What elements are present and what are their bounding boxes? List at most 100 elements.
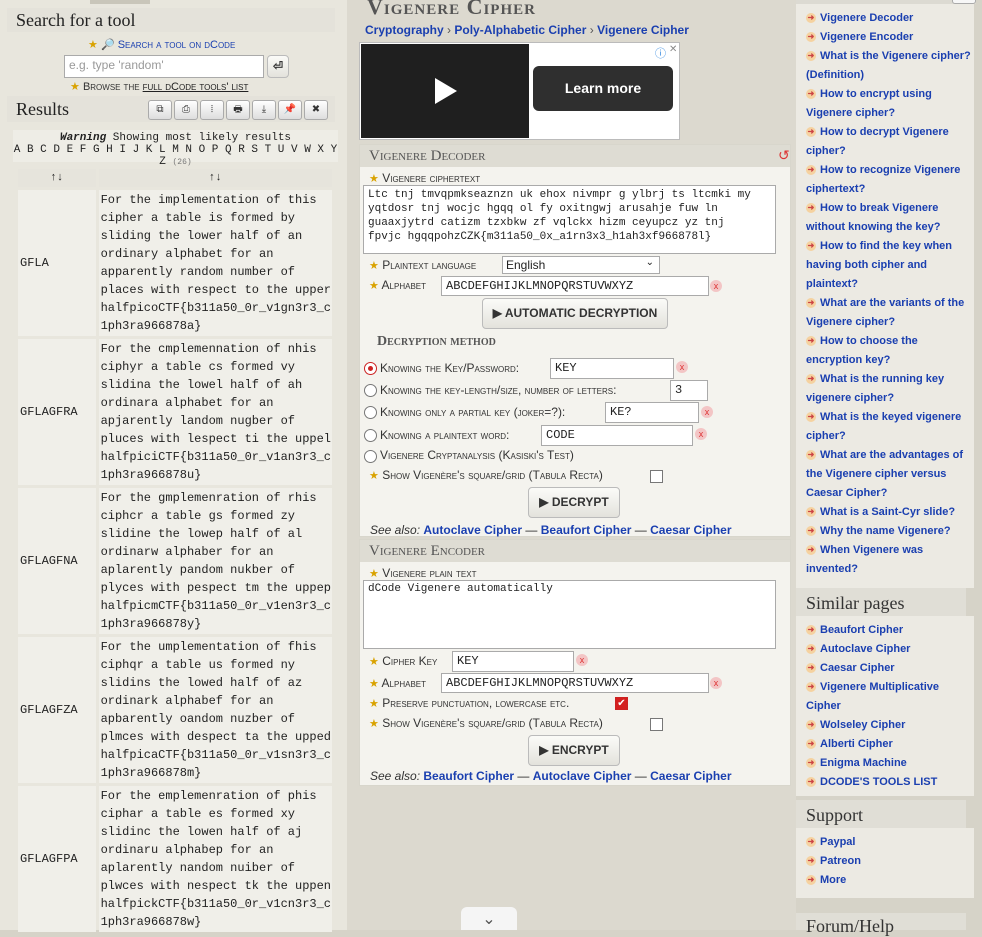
faq-item[interactable]: ➜ What is the running key vigenere cipher…	[806, 370, 974, 408]
plaintext-word-input[interactable]: CODE	[541, 425, 693, 446]
radio-key-length[interactable]	[364, 384, 377, 397]
key-input[interactable]: KEY	[550, 358, 674, 379]
faq-item[interactable]: ➜ What are the variants of the Vigenere c…	[806, 294, 974, 332]
preserve-checkbox[interactable]: ✔	[615, 697, 628, 710]
table-row[interactable]: GFLA For the implementation of this ciph…	[18, 190, 332, 336]
encoder-alphabet-input[interactable]: ABCDEFGHIJKLMNOPQRSTUVWXYZ	[441, 673, 709, 693]
support-item[interactable]: ➜ Patreon	[806, 852, 974, 871]
table-row[interactable]: GFLAGFPA For the emplemenration of phis …	[18, 786, 332, 932]
cipher-key-input[interactable]: KEY	[452, 651, 574, 672]
automatic-decryption-button[interactable]: ▶ AUTOMATIC DECRYPTION	[482, 298, 668, 329]
support-item[interactable]: ➜ More	[806, 871, 974, 890]
see-also-link[interactable]: Beaufort Cipher	[423, 769, 514, 783]
encrypt-button[interactable]: ▶ ENCRYPT	[528, 735, 620, 766]
partial-key-input[interactable]: KE?	[605, 402, 699, 423]
faq-item[interactable]: ➜ When Vigenere was invented?	[806, 541, 974, 579]
breadcrumb-item[interactable]: Poly-Alphabetic Cipher	[454, 23, 586, 37]
faq-item[interactable]: ➜ How to find the key when having both ci…	[806, 237, 974, 294]
faq-item[interactable]: ➜ How to choose the encryption key?	[806, 332, 974, 370]
close-results-button[interactable]: ✖	[304, 100, 328, 120]
plain-text-textarea[interactable]: dCode Vigenere automatically	[363, 580, 776, 649]
clear-cipher-key-icon[interactable]: x	[576, 654, 588, 666]
clear-key-icon[interactable]: x	[676, 361, 688, 373]
faq-item[interactable]: ➜ What is the keyed vigenere cipher?	[806, 408, 974, 446]
print-results-button[interactable]: 🖶	[226, 100, 250, 120]
faq-item[interactable]: ➜ How to encrypt using Vigenere cipher?	[806, 85, 974, 123]
see-also-link[interactable]: Caesar Cipher	[650, 523, 731, 537]
see-also-link[interactable]: Beaufort Cipher	[541, 523, 632, 537]
clear-partial-key-icon[interactable]: x	[701, 406, 713, 418]
faq-item[interactable]: ➜ How to recognize Vigenere ciphertext?	[806, 161, 974, 199]
faq-item[interactable]: ➜ Vigenere Encoder	[806, 28, 974, 47]
ad-learn-more-button[interactable]: Learn more	[533, 66, 673, 111]
copy-results-button[interactable]: ⧉	[148, 100, 172, 120]
similar-item[interactable]: ➜ DCODE'S TOOLS LIST	[806, 773, 974, 792]
decrypt-button[interactable]: ▶ DECRYPT	[528, 487, 620, 518]
ciphertext-label: ★ Vigenere ciphertext	[369, 171, 481, 185]
ad-video[interactable]	[361, 44, 529, 138]
faq-item[interactable]: ➜ Why the name Vigenere?	[806, 522, 974, 541]
chevron-down-icon: ⌄	[645, 257, 654, 268]
preserve-label: ★ Preserve punctuation, lowercase etc.	[369, 696, 570, 710]
breadcrumb-item[interactable]: Cryptography	[365, 23, 444, 37]
similar-item[interactable]: ➜ Vigenere Multiplicative Cipher	[806, 678, 974, 716]
see-also-link[interactable]: Caesar Cipher	[650, 769, 731, 783]
language-select[interactable]: English ⌄	[502, 256, 660, 274]
arrow-icon: ➜	[806, 203, 816, 214]
encoder-show-grid-checkbox[interactable]	[650, 718, 663, 731]
see-also-link[interactable]: Autoclave Cipher	[423, 523, 522, 537]
search-input[interactable]: e.g. type 'random'	[64, 55, 264, 78]
arrow-icon: ➜	[806, 127, 816, 138]
radio-plaintext-word[interactable]	[364, 429, 377, 442]
table-row[interactable]: GFLAGFZA For the umplementation of fhis …	[18, 637, 332, 783]
support-item[interactable]: ➜ Paypal	[806, 833, 974, 852]
breadcrumb-item[interactable]: Vigenere Cipher	[597, 23, 689, 37]
radio-knowing-key[interactable]	[364, 362, 377, 375]
pin-results-button[interactable]: 📌	[278, 100, 302, 120]
faq-item[interactable]: ➜ What are the advantages of the Vigenere…	[806, 446, 974, 503]
table-row[interactable]: GFLAGFNA For the gmplemenration of rhis …	[18, 488, 332, 634]
sort-text-header[interactable]: ↑↓	[98, 169, 332, 187]
search-go-button[interactable]: ⏎	[267, 55, 289, 78]
see-also-link[interactable]: Autoclave Cipher	[533, 769, 632, 783]
refresh-icon[interactable]: ↺	[778, 147, 790, 164]
search-header-box: Search for a tool	[7, 8, 335, 32]
clear-plaintext-word-icon[interactable]: x	[695, 428, 707, 440]
similar-item[interactable]: ➜ Autoclave Cipher	[806, 640, 974, 659]
clear-alphabet-icon[interactable]: x	[710, 677, 722, 689]
ad-frame[interactable]: ⓘ ✕ Learn more	[359, 42, 680, 140]
faq-item[interactable]: ➜ What is a Saint-Cyr slide?	[806, 503, 974, 522]
alphabet-label: ★ Alphabet	[369, 278, 427, 292]
search-tool-link[interactable]: ★ 🔎 Search a tool on dCode	[88, 38, 288, 51]
download-results-button[interactable]: ⤓	[252, 100, 276, 120]
show-grid-checkbox[interactable]	[650, 470, 663, 483]
arrow-icon: ➜	[806, 89, 816, 100]
similar-item[interactable]: ➜ Wolseley Cipher	[806, 716, 974, 735]
key-length-input[interactable]: 3	[670, 380, 708, 401]
save-results-button[interactable]: ⎙	[174, 100, 198, 120]
similar-item[interactable]: ➜ Enigma Machine	[806, 754, 974, 773]
browse-tools-link[interactable]: full dCode tools' list	[143, 81, 249, 93]
faq-item[interactable]: ➜ How to break Vigenere without knowing t…	[806, 199, 974, 237]
arrow-icon: ➜	[806, 739, 816, 750]
faq-item[interactable]: ➜ How to decrypt Vigenere cipher?	[806, 123, 974, 161]
faq-item[interactable]: ➜ What is the Vigenere cipher? (Definitio…	[806, 47, 974, 85]
star-icon: ★	[369, 280, 379, 292]
table-row[interactable]: GFLAGFRA For the cmplemennation of nhis …	[18, 339, 332, 485]
play-icon[interactable]	[435, 78, 457, 104]
similar-item[interactable]: ➜ Caesar Cipher	[806, 659, 974, 678]
sort-key-header[interactable]: ↑↓	[18, 169, 96, 187]
clear-alphabet-icon[interactable]: x	[710, 280, 722, 292]
faq-item[interactable]: ➜ Vigenere Decoder	[806, 9, 974, 28]
radio-kasiski[interactable]	[364, 450, 377, 463]
ad-close-icon[interactable]: ✕	[669, 44, 677, 55]
alphabet-input[interactable]: ABCDEFGHIJKLMNOPQRSTUVWXYZ	[441, 276, 709, 296]
radio-partial-key[interactable]	[364, 406, 377, 419]
similar-item[interactable]: ➜ Alberti Cipher	[806, 735, 974, 754]
ad-info-icon[interactable]: ⓘ	[655, 45, 666, 61]
similar-item[interactable]: ➜ Beaufort Cipher	[806, 621, 974, 640]
collapse-chevron-icon[interactable]: ⌄	[461, 907, 517, 930]
ciphertext-textarea[interactable]: Ltc tnj tmvqpmkseaznzn uk ehox nivmpr g …	[363, 185, 776, 254]
columns-results-button[interactable]: ⦙	[200, 100, 224, 120]
faq-toggle-button[interactable]	[952, 0, 976, 4]
